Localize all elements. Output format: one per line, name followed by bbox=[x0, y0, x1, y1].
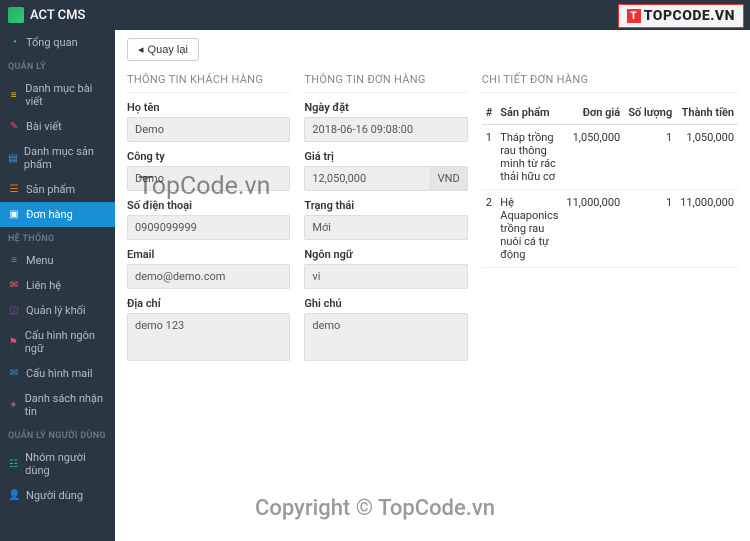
email-label: Email bbox=[127, 248, 290, 261]
sidebar-icon: ☰ bbox=[8, 184, 20, 195]
address-label: Địa chỉ bbox=[127, 297, 290, 310]
sidebar-icon: 👤 bbox=[8, 490, 20, 501]
sidebar-icon: ◫ bbox=[8, 305, 20, 316]
sidebar-item[interactable]: ◔ Tổng quan bbox=[0, 30, 115, 55]
sidebar-heading-quanly: QUẢN LÝ bbox=[0, 55, 115, 76]
sidebar-icon: ☷ bbox=[8, 459, 19, 470]
brand-text: ACT CMS bbox=[30, 8, 85, 23]
sidebar-icon: ▤ bbox=[8, 153, 18, 164]
sidebar-item[interactable]: ✎ Bài viết bbox=[0, 114, 115, 139]
lang-label: Ngôn ngữ bbox=[304, 248, 467, 261]
company-input[interactable] bbox=[127, 166, 290, 191]
sidebar-item[interactable]: ≡ Menu bbox=[0, 248, 115, 273]
detail-title: CHI TIẾT ĐƠN HÀNG bbox=[482, 73, 738, 93]
back-label: Quay lại bbox=[148, 44, 188, 56]
date-input[interactable] bbox=[304, 117, 467, 142]
sidebar-icon: ✉ bbox=[8, 280, 20, 291]
table-row: 1Tháp trồng rau thông minh từ rác thải h… bbox=[482, 125, 738, 190]
sidebar-item-label: Người dùng bbox=[26, 489, 83, 502]
user-icon: 👤 bbox=[679, 9, 693, 22]
status-label: Trạng thái bbox=[304, 199, 467, 212]
th-prod: Sản phẩm bbox=[496, 101, 562, 125]
detail-column: CHI TIẾT ĐƠN HÀNG # Sản phẩm Đơn giá Số … bbox=[482, 73, 738, 372]
detail-table: # Sản phẩm Đơn giá Số lượng Thành tiền 1… bbox=[482, 101, 738, 268]
sidebar-item[interactable]: ✉ Cấu hình mail bbox=[0, 361, 115, 386]
sidebar-item[interactable]: ☷ Nhóm người dùng bbox=[0, 445, 115, 483]
th-idx: # bbox=[482, 101, 497, 125]
name-label: Họ tên bbox=[127, 101, 290, 114]
sidebar-icon: ✶ bbox=[8, 400, 19, 411]
sidebar-heading-nguoidung: QUẢN LÝ NGƯỜI DÙNG bbox=[0, 424, 115, 445]
sidebar-item-label: Danh sách nhận tin bbox=[25, 392, 107, 418]
user-menu[interactable]: 👤 Quản trị ▾ bbox=[679, 9, 742, 22]
sidebar-item-label: Tổng quan bbox=[26, 36, 78, 49]
customer-column: THÔNG TIN KHÁCH HÀNG Họ tên Công ty Số đ… bbox=[127, 73, 290, 372]
sidebar-item-label: Bài viết bbox=[26, 120, 62, 133]
back-button[interactable]: ◂ Quay lại bbox=[127, 38, 199, 61]
topbar: ACT CMS 👤 Quản trị ▾ bbox=[0, 0, 750, 30]
sidebar-item[interactable]: ✉ Liên hệ bbox=[0, 273, 115, 298]
sidebar-item[interactable]: ✶ Danh sách nhận tin bbox=[0, 386, 115, 424]
chevron-left-icon: ◂ bbox=[138, 43, 144, 56]
name-input[interactable] bbox=[127, 117, 290, 142]
date-label: Ngày đặt bbox=[304, 101, 467, 114]
sidebar: ◔ Tổng quan QUẢN LÝ ≡ Danh mục bài viết ✎ Bà… bbox=[0, 30, 115, 541]
value-input[interactable] bbox=[304, 166, 430, 191]
sidebar-item-label: Cấu hình mail bbox=[26, 367, 93, 380]
th-qty: Số lượng bbox=[624, 101, 676, 125]
lang-input[interactable] bbox=[304, 264, 467, 289]
sidebar-item[interactable]: ≡ Danh mục bài viết bbox=[0, 76, 115, 114]
brand-icon bbox=[8, 7, 24, 23]
order-title: THÔNG TIN ĐƠN HÀNG bbox=[304, 73, 467, 93]
sidebar-icon: ≡ bbox=[8, 255, 20, 266]
user-label: Quản trị bbox=[695, 9, 733, 22]
phone-input[interactable] bbox=[127, 215, 290, 240]
sidebar-item-label: Menu bbox=[26, 254, 54, 267]
value-label: Giá trị bbox=[304, 150, 467, 163]
sidebar-icon: ✉ bbox=[8, 368, 20, 379]
sidebar-item[interactable]: ▤ Danh mục sản phẩm bbox=[0, 139, 115, 177]
sidebar-item-label: Danh mục bài viết bbox=[25, 82, 107, 108]
table-row: 2Hệ Aquaponics trồng rau nuôi cá tự động… bbox=[482, 190, 738, 268]
status-input[interactable] bbox=[304, 215, 467, 240]
sidebar-item-label: Quản lý khối bbox=[26, 304, 86, 317]
main-content: ◂ Quay lại THÔNG TIN KHÁCH HÀNG Họ tên C… bbox=[115, 30, 750, 541]
sidebar-heading-hethong: HỆ THỐNG bbox=[0, 227, 115, 248]
sidebar-item-label: Cấu hình ngôn ngữ bbox=[25, 329, 107, 355]
sidebar-icon: ✎ bbox=[8, 121, 20, 132]
note-label: Ghi chú bbox=[304, 297, 467, 310]
brand[interactable]: ACT CMS bbox=[8, 7, 85, 23]
sidebar-item[interactable]: ▣ Đơn hàng bbox=[0, 202, 115, 227]
th-price: Đơn giá bbox=[562, 101, 624, 125]
sidebar-icon: ≡ bbox=[8, 90, 19, 101]
sidebar-item-label: Nhóm người dùng bbox=[25, 451, 107, 477]
phone-label: Số điện thoại bbox=[127, 199, 290, 212]
order-column: THÔNG TIN ĐƠN HÀNG Ngày đặt Giá trị VND … bbox=[304, 73, 467, 372]
note-input[interactable] bbox=[304, 313, 467, 361]
sidebar-item-label: Liên hệ bbox=[26, 279, 61, 292]
sidebar-item[interactable]: ⚑ Cấu hình ngôn ngữ bbox=[0, 323, 115, 361]
sidebar-item-label: Sản phẩm bbox=[26, 183, 75, 196]
address-input[interactable] bbox=[127, 313, 290, 361]
sidebar-item[interactable]: ☰ Sản phẩm bbox=[0, 177, 115, 202]
sidebar-item[interactable]: 👤 Người dùng bbox=[0, 483, 115, 508]
sidebar-icon: ⚑ bbox=[8, 337, 19, 348]
customer-title: THÔNG TIN KHÁCH HÀNG bbox=[127, 73, 290, 93]
sidebar-item-label: Đơn hàng bbox=[26, 208, 73, 221]
email-input[interactable] bbox=[127, 264, 290, 289]
sidebar-item-label: Danh mục sản phẩm bbox=[24, 145, 107, 171]
currency-addon: VND bbox=[431, 166, 468, 191]
company-label: Công ty bbox=[127, 150, 290, 163]
sidebar-icon: ▣ bbox=[8, 209, 20, 220]
sidebar-item[interactable]: ◫ Quản lý khối bbox=[0, 298, 115, 323]
sidebar-icon: ◔ bbox=[8, 37, 20, 48]
th-total: Thành tiền bbox=[676, 101, 738, 125]
